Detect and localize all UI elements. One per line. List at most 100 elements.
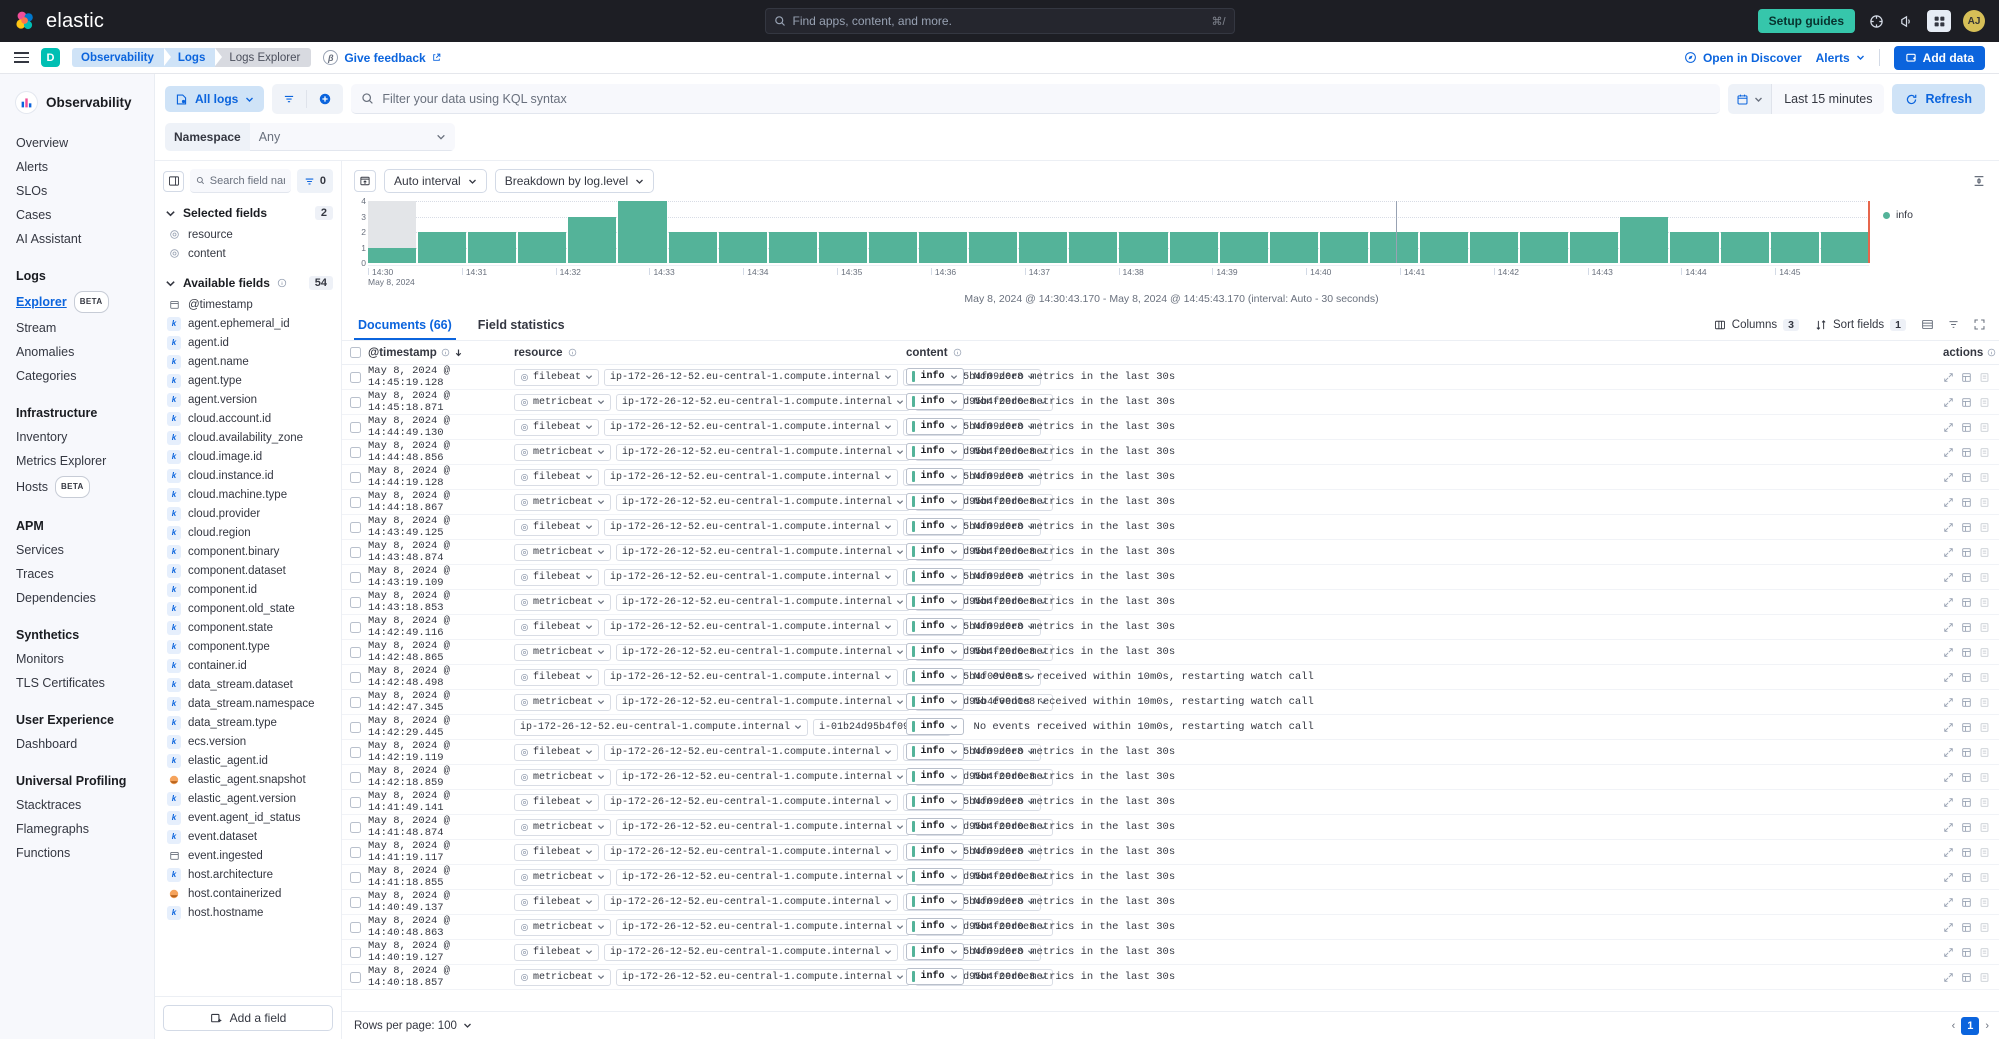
resource-chip-host[interactable]: ip-172-26-12-52.eu-central-1.compute.int… bbox=[616, 494, 910, 511]
chart-bar[interactable] bbox=[1320, 232, 1368, 263]
resource-chip-host[interactable]: ip-172-26-12-52.eu-central-1.compute.int… bbox=[604, 619, 898, 636]
resource-chip-host[interactable]: ip-172-26-12-52.eu-central-1.compute.int… bbox=[604, 794, 898, 811]
log-level-badge[interactable]: info bbox=[906, 493, 964, 510]
table-row[interactable]: May 8, 2024 @ 14:45:18.871metricbeatip-1… bbox=[342, 390, 1999, 415]
chart-bar[interactable] bbox=[518, 232, 566, 263]
field-list-item[interactable]: kagent.id bbox=[155, 333, 341, 352]
sidebar-item-dependencies[interactable]: Dependencies bbox=[0, 586, 154, 610]
resource-chip-host[interactable]: ip-172-26-12-52.eu-central-1.compute.int… bbox=[604, 894, 898, 911]
log-level-badge[interactable]: info bbox=[906, 543, 964, 560]
log-level-badge[interactable]: info bbox=[906, 668, 964, 685]
chart-bar[interactable] bbox=[719, 232, 767, 263]
field-list-item[interactable]: kdata_stream.namespace bbox=[155, 694, 341, 713]
resource-chip-service[interactable]: metricbeat bbox=[514, 919, 611, 936]
row-checkbox[interactable] bbox=[350, 672, 361, 683]
expand-row-icon[interactable] bbox=[1943, 522, 1954, 533]
resource-chip-service[interactable]: metricbeat bbox=[514, 544, 611, 561]
field-list-item[interactable]: resource bbox=[155, 225, 341, 244]
table-row[interactable]: May 8, 2024 @ 14:44:48.856metricbeatip-1… bbox=[342, 440, 1999, 465]
surrounding-docs-icon[interactable] bbox=[1961, 497, 1972, 508]
field-list-item[interactable]: kagent.ephemeral_id bbox=[155, 314, 341, 333]
chart-bar[interactable] bbox=[1670, 232, 1718, 263]
resource-chip-host[interactable]: ip-172-26-12-52.eu-central-1.compute.int… bbox=[616, 394, 910, 411]
filter-options-button[interactable] bbox=[272, 84, 306, 114]
chart-bar[interactable] bbox=[1170, 232, 1218, 263]
table-row[interactable]: May 8, 2024 @ 14:42:49.116filebeatip-172… bbox=[342, 615, 1999, 640]
sidebar-item-anomalies[interactable]: Anomalies bbox=[0, 340, 154, 364]
table-row[interactable]: May 8, 2024 @ 14:44:19.128filebeatip-172… bbox=[342, 465, 1999, 490]
degraded-doc-icon[interactable] bbox=[1979, 672, 1990, 683]
field-list-item[interactable]: kelastic_agent.id bbox=[155, 751, 341, 770]
table-row[interactable]: May 8, 2024 @ 14:45:19.128filebeatip-172… bbox=[342, 365, 1999, 390]
resource-chip-host[interactable]: ip-172-26-12-52.eu-central-1.compute.int… bbox=[604, 744, 898, 761]
field-list-item[interactable]: kdata_stream.type bbox=[155, 713, 341, 732]
table-row[interactable]: May 8, 2024 @ 14:40:18.857metricbeatip-1… bbox=[342, 965, 1999, 990]
column-header-timestamp[interactable]: @timestamp bbox=[364, 347, 506, 359]
surrounding-docs-icon[interactable] bbox=[1961, 447, 1972, 458]
degraded-doc-icon[interactable] bbox=[1979, 972, 1990, 983]
refresh-button[interactable]: Refresh bbox=[1892, 84, 1985, 114]
table-row[interactable]: May 8, 2024 @ 14:42:47.345metricbeatip-1… bbox=[342, 690, 1999, 715]
degraded-doc-icon[interactable] bbox=[1979, 772, 1990, 783]
expand-row-icon[interactable] bbox=[1943, 547, 1954, 558]
sidebar-item-explorer[interactable]: Explorer BETA bbox=[0, 288, 154, 316]
column-header-content[interactable]: content bbox=[896, 347, 1937, 359]
table-row[interactable]: May 8, 2024 @ 14:43:49.125filebeatip-172… bbox=[342, 515, 1999, 540]
surrounding-docs-icon[interactable] bbox=[1961, 647, 1972, 658]
surrounding-docs-icon[interactable] bbox=[1961, 547, 1972, 558]
table-row[interactable]: May 8, 2024 @ 14:44:49.130filebeatip-172… bbox=[342, 415, 1999, 440]
table-row[interactable]: May 8, 2024 @ 14:43:18.853metricbeatip-1… bbox=[342, 590, 1999, 615]
degraded-doc-icon[interactable] bbox=[1979, 547, 1990, 558]
resource-chip-host[interactable]: ip-172-26-12-52.eu-central-1.compute.int… bbox=[604, 944, 898, 961]
help-menu-icon[interactable] bbox=[1927, 10, 1951, 32]
row-checkbox[interactable] bbox=[350, 747, 361, 758]
resource-chip-host[interactable]: ip-172-26-12-52.eu-central-1.compute.int… bbox=[616, 594, 910, 611]
log-level-badge[interactable]: info bbox=[906, 618, 964, 635]
row-checkbox[interactable] bbox=[350, 472, 361, 483]
table-row[interactable]: May 8, 2024 @ 14:41:19.117filebeatip-172… bbox=[342, 840, 1999, 865]
field-list-item[interactable]: kcomponent.binary bbox=[155, 542, 341, 561]
field-list-item[interactable]: kagent.name bbox=[155, 352, 341, 371]
interval-selector[interactable]: Auto interval bbox=[384, 169, 487, 193]
field-list-item[interactable]: kcloud.account.id bbox=[155, 409, 341, 428]
sidebar-item-alerts[interactable]: Alerts bbox=[0, 155, 154, 179]
field-list-item[interactable]: kagent.type bbox=[155, 371, 341, 390]
field-list-item[interactable]: kecs.version bbox=[155, 732, 341, 751]
expand-row-icon[interactable] bbox=[1943, 447, 1954, 458]
surrounding-docs-icon[interactable] bbox=[1961, 597, 1972, 608]
space-avatar[interactable]: D bbox=[41, 48, 60, 67]
menu-toggle-icon[interactable] bbox=[14, 52, 29, 63]
surrounding-docs-icon[interactable] bbox=[1961, 697, 1972, 708]
chart-bar[interactable] bbox=[819, 232, 867, 263]
dataset-selector-button[interactable]: All logs bbox=[165, 86, 264, 112]
row-checkbox[interactable] bbox=[350, 847, 361, 858]
field-list-item[interactable]: kcomponent.type bbox=[155, 637, 341, 656]
global-search-input[interactable]: Find apps, content, and more. ⌘/ bbox=[765, 8, 1235, 34]
resource-chip-service[interactable]: metricbeat bbox=[514, 444, 611, 461]
resource-chip-host[interactable]: ip-172-26-12-52.eu-central-1.compute.int… bbox=[616, 869, 910, 886]
expand-row-icon[interactable] bbox=[1943, 847, 1954, 858]
surrounding-docs-icon[interactable] bbox=[1961, 972, 1972, 983]
surrounding-docs-icon[interactable] bbox=[1961, 897, 1972, 908]
expand-row-icon[interactable] bbox=[1943, 747, 1954, 758]
date-quick-menu-button[interactable] bbox=[1728, 84, 1772, 114]
field-list-item[interactable]: content bbox=[155, 244, 341, 263]
field-list-item[interactable]: kcloud.machine.type bbox=[155, 485, 341, 504]
sidebar-item-overview[interactable]: Overview bbox=[0, 131, 154, 155]
select-all-checkbox[interactable] bbox=[350, 347, 361, 358]
field-list-item[interactable]: kevent.dataset bbox=[155, 827, 341, 846]
resource-chip-host[interactable]: ip-172-26-12-52.eu-central-1.compute.int… bbox=[616, 769, 910, 786]
resource-chip-host[interactable]: ip-172-26-12-52.eu-central-1.compute.int… bbox=[616, 444, 910, 461]
expand-row-icon[interactable] bbox=[1943, 472, 1954, 483]
next-page-button[interactable]: › bbox=[1985, 1020, 1989, 1032]
table-row[interactable]: May 8, 2024 @ 14:43:19.109filebeatip-172… bbox=[342, 565, 1999, 590]
expand-row-icon[interactable] bbox=[1943, 372, 1954, 383]
chart-bar[interactable] bbox=[468, 232, 516, 263]
expand-row-icon[interactable] bbox=[1943, 722, 1954, 733]
surrounding-docs-icon[interactable] bbox=[1961, 372, 1972, 383]
sort-icon[interactable] bbox=[1943, 315, 1963, 335]
kql-search-input[interactable]: Filter your data using KQL syntax bbox=[351, 84, 1720, 114]
expand-row-icon[interactable] bbox=[1943, 497, 1954, 508]
field-list-item[interactable]: kcomponent.dataset bbox=[155, 561, 341, 580]
chart-bar[interactable] bbox=[919, 232, 967, 263]
